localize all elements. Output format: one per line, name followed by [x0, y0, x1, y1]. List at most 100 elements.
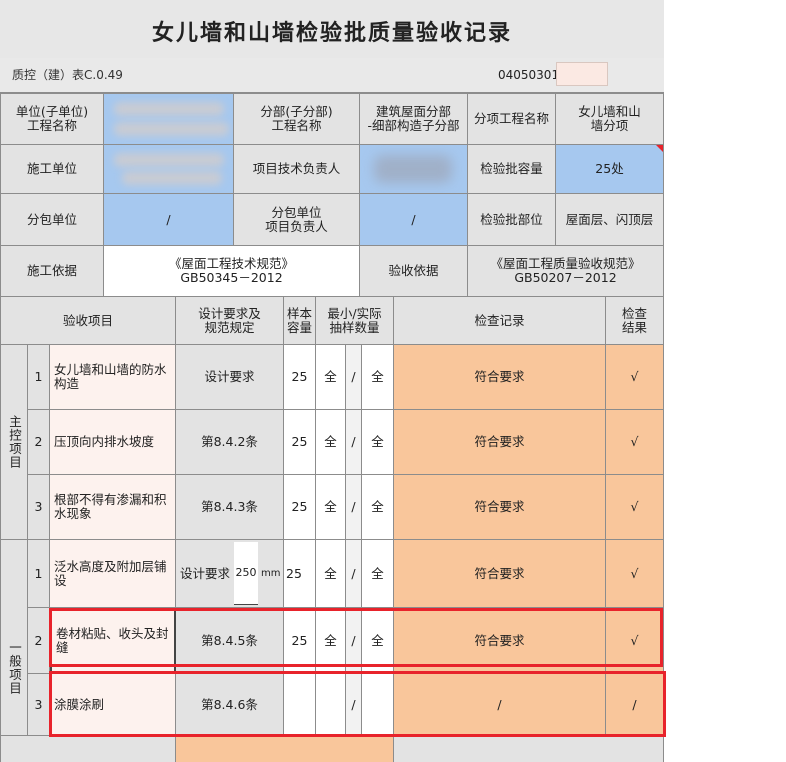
row-design-req[interactable]: 第8.4.2条	[176, 410, 284, 475]
row-design-req-text: 第8.4.3条	[201, 499, 258, 514]
col-header-minreal: 最小/实际 抽样数量	[316, 297, 394, 345]
row-item-name[interactable]: 根部不得有渗漏和积水现象	[50, 475, 176, 540]
col-header-design-text: 设计要求及 规范规定	[198, 305, 261, 335]
contractor-label: 施工单位	[0, 145, 104, 194]
row-check-record[interactable]: 符合要求	[394, 475, 606, 540]
row-slash: /	[346, 410, 362, 475]
row-actual-sample-text: 全	[371, 565, 384, 581]
row-sample-size-text: 25	[291, 434, 308, 449]
row-design-req-text: 设计要求	[180, 565, 231, 581]
row-item-name[interactable]: 压顶向内排水坡度	[50, 410, 176, 475]
serial-suffix-input[interactable]	[556, 62, 608, 86]
row-number-text: 3	[34, 696, 43, 712]
comment-marker-icon[interactable]	[656, 145, 663, 152]
capacity-value-text: 25处	[595, 161, 624, 176]
group-main-control: 主控项目	[0, 345, 28, 540]
row-number: 2	[28, 608, 50, 674]
row-number: 2	[28, 410, 50, 475]
row-check-result-text: √	[630, 369, 639, 384]
row-slash: /	[346, 540, 362, 608]
row-actual-sample[interactable]: 全	[362, 475, 394, 540]
basis-value-text: 《屋面工程技术规范》 GB50345－2012	[168, 256, 294, 285]
item-name-value[interactable]: 女儿墙和山 墙分项	[556, 93, 664, 145]
row-design-req[interactable]: 设计要求	[176, 345, 284, 410]
highlight-box-row-2	[49, 608, 663, 667]
row-check-result[interactable]: √	[606, 410, 664, 475]
row-actual-sample[interactable]: 全	[362, 540, 394, 608]
row-number-text: 1	[34, 565, 43, 581]
contractor-value[interactable]	[104, 145, 234, 194]
row-number: 3	[28, 674, 50, 736]
serial-number: 04050301	[498, 68, 560, 82]
col-header-item: 验收项目	[0, 297, 176, 345]
accept-basis-value[interactable]: 《屋面工程质量验收规范》 GB50207－2012	[468, 246, 664, 297]
tech-lead-value[interactable]	[360, 145, 468, 194]
redacted-text	[114, 122, 229, 136]
col-header-record-text: 检查记录	[474, 312, 525, 328]
batch-part-label: 检验批部位	[468, 194, 556, 246]
capacity-value[interactable]: 25处	[556, 145, 664, 194]
row-actual-sample-text: 全	[371, 434, 384, 449]
row-item-name-text: 女儿墙和山墙的防水构造	[54, 362, 167, 391]
sub-lead-label-text: 分包单位 项目负责人	[265, 204, 328, 234]
capacity-label-text: 检验批容量	[480, 161, 543, 176]
design-unit: mm	[261, 567, 281, 579]
row-design-req-text: 第8.4.2条	[201, 434, 258, 449]
row-number-text: 2	[34, 434, 43, 449]
division-name-label-text: 分部(子分部) 工程名称	[260, 104, 333, 133]
footer-cell	[394, 736, 664, 762]
col-header-design: 设计要求及 规范规定	[176, 297, 284, 345]
basis-value[interactable]: 《屋面工程技术规范》 GB50345－2012	[104, 246, 360, 297]
row-check-record-text: 符合要求	[474, 565, 525, 581]
design-value-input[interactable]: 250	[234, 542, 259, 605]
row-min-sample[interactable]: 全	[316, 345, 346, 410]
row-actual-sample[interactable]: 全	[362, 410, 394, 475]
row-sample-size[interactable]: 25	[284, 475, 316, 540]
spreadsheet-page: 女儿墙和山墙检验批质量验收记录 质控（建）表C.0.49 04050301 单位…	[0, 0, 786, 762]
contractor-label-text: 施工单位	[26, 161, 77, 176]
accept-basis-label-text: 验收依据	[388, 263, 439, 278]
row-check-result[interactable]: √	[606, 345, 664, 410]
tech-lead-label: 项目技术负责人	[234, 145, 360, 194]
group-general: 一般项目	[0, 540, 28, 736]
row-min-sample[interactable]: 全	[316, 410, 346, 475]
row-check-record-text: 符合要求	[474, 369, 525, 384]
batch-part-value[interactable]: 屋面层、闪顶层	[556, 194, 664, 246]
row-design-req[interactable]: 设计要求 250 mm	[176, 540, 284, 608]
col-header-minreal-text: 最小/实际 抽样数量	[327, 305, 382, 335]
division-name-value[interactable]: 建筑屋面分部 -细部构造子分部	[360, 93, 468, 145]
sub-lead-value-text: /	[411, 211, 416, 227]
row-item-name[interactable]: 女儿墙和山墙的防水构造	[50, 345, 176, 410]
row-item-name-text: 根部不得有渗漏和积水现象	[54, 492, 167, 521]
row-min-sample[interactable]: 全	[316, 475, 346, 540]
row-number: 1	[28, 540, 50, 608]
row-check-result[interactable]: √	[606, 475, 664, 540]
group-general-text: 一般项目	[7, 640, 22, 695]
row-slash: /	[346, 475, 362, 540]
row-check-record[interactable]: 符合要求	[394, 540, 606, 608]
row-slash-text: /	[351, 565, 356, 581]
row-number-text: 3	[34, 499, 43, 514]
sub-unit-value[interactable]: /	[104, 194, 234, 246]
row-actual-sample[interactable]: 全	[362, 345, 394, 410]
row-design-req[interactable]: 第8.4.3条	[176, 475, 284, 540]
row-sample-size[interactable]: 25	[284, 540, 316, 608]
row-min-sample[interactable]: 全	[316, 540, 346, 608]
redacted-text	[122, 171, 222, 185]
row-min-sample-text: 全	[324, 434, 337, 449]
row-item-name[interactable]: 泛水高度及附加层铺设	[50, 540, 176, 608]
sub-lead-value[interactable]: /	[360, 194, 468, 246]
row-min-sample-text: 全	[324, 565, 337, 581]
row-check-result[interactable]: √	[606, 540, 664, 608]
row-sample-size[interactable]: 25	[284, 345, 316, 410]
form-code: 质控（建）表C.0.49	[12, 68, 123, 82]
footer-cell-orange[interactable]	[176, 736, 394, 762]
row-check-record[interactable]: 符合要求	[394, 345, 606, 410]
row-item-name-text: 泛水高度及附加层铺设	[54, 558, 167, 588]
highlight-box-row-3	[49, 671, 666, 737]
row-item-name-text: 压顶向内排水坡度	[54, 434, 155, 449]
row-sample-size[interactable]: 25	[284, 410, 316, 475]
row-check-record[interactable]: 符合要求	[394, 410, 606, 475]
row-number-text: 1	[34, 369, 43, 384]
unit-name-value[interactable]	[104, 93, 234, 145]
